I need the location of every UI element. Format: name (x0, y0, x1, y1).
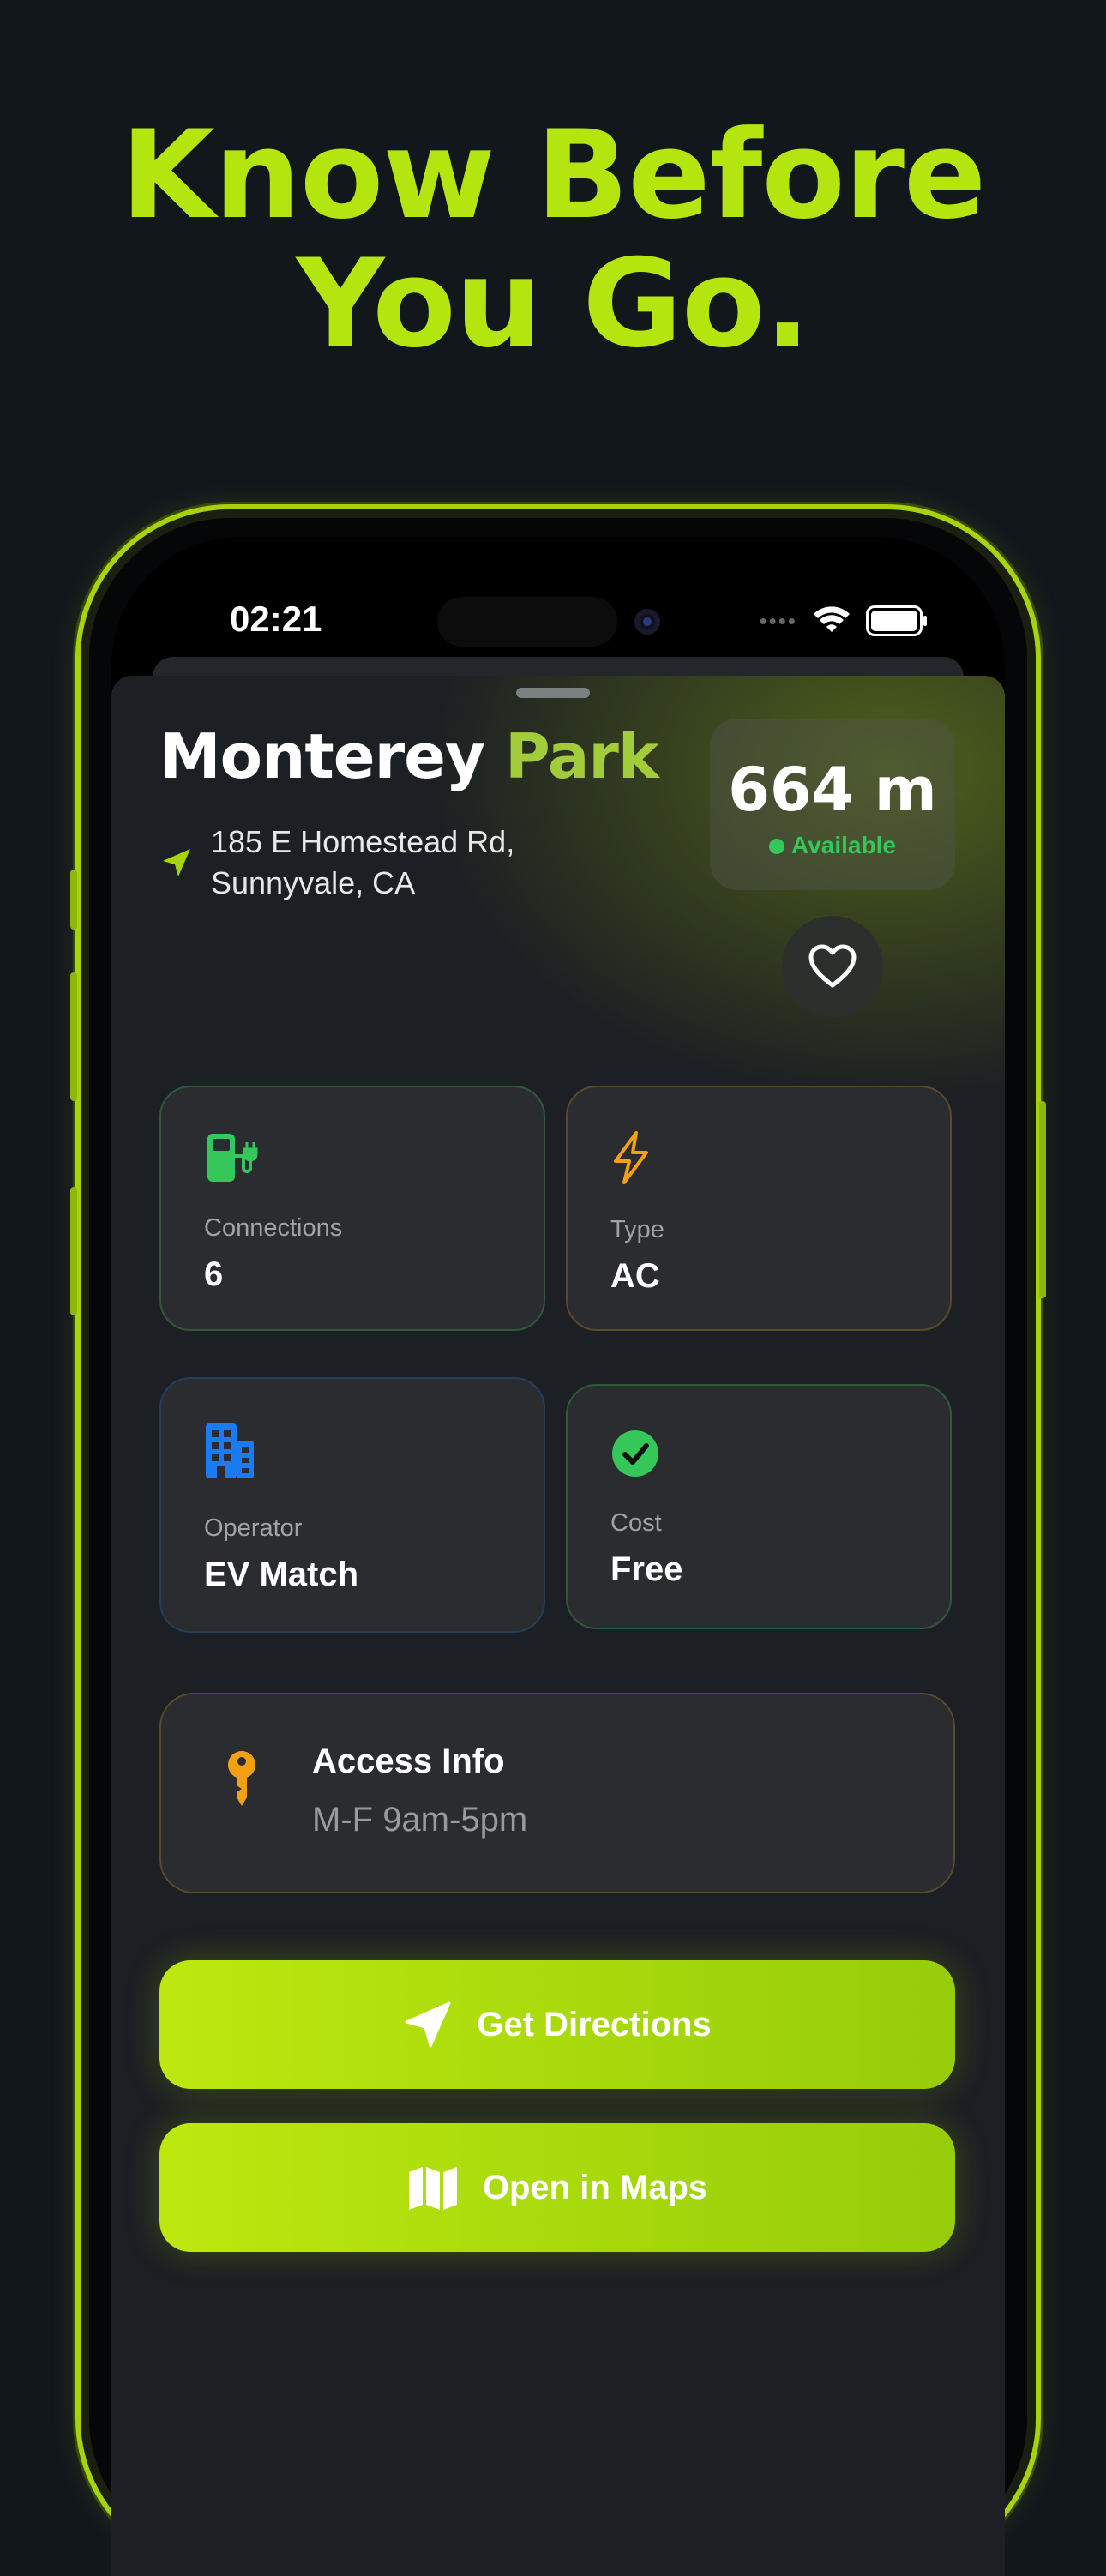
navigation-arrow-icon (405, 2001, 451, 2048)
distance-card: 664 m Available (710, 719, 955, 890)
station-address: 185 E Homestead Rd, Sunnyvale, CA (211, 822, 514, 904)
heart-icon (808, 944, 857, 988)
bolt-icon (614, 1131, 648, 1184)
station-name-part1: Monterey (159, 720, 485, 792)
ev-station-icon (207, 1134, 258, 1182)
get-directions-button[interactable]: Get Directions (159, 1960, 955, 2089)
access-info-hours: M-F 9am-5pm (312, 1801, 528, 1839)
availability-text: Available (791, 832, 896, 858)
volume-up-button (70, 972, 77, 1101)
address-line-1: 185 E Homestead Rd, (211, 824, 515, 859)
operator-card: Operator EV Match (159, 1377, 545, 1633)
type-label: Type (610, 1216, 664, 1243)
key-icon (228, 1751, 255, 1806)
sheet-grabber[interactable] (516, 688, 590, 698)
station-detail-sheet: Monterey Park 185 E Homestead Rd, Sunnyv… (111, 676, 1005, 2576)
action-button (70, 870, 77, 930)
camera-icon (634, 609, 660, 635)
cost-label: Cost (610, 1509, 662, 1537)
headline-line-1: Know Before (120, 105, 987, 246)
headline-line-2: You Go. (296, 233, 811, 375)
map-icon (408, 2167, 457, 2210)
station-name: Monterey Park (159, 720, 659, 792)
building-icon (206, 1423, 254, 1478)
wifi-icon (814, 606, 850, 632)
cost-card: Cost Free (566, 1384, 952, 1629)
checkmark-circle-icon (612, 1430, 658, 1477)
connections-label: Connections (204, 1214, 343, 1242)
status-time: 02:21 (230, 599, 322, 639)
availability-status: Available (710, 832, 955, 859)
access-info-title: Access Info (312, 1742, 505, 1780)
operator-value: EV Match (204, 1556, 359, 1593)
access-info-card: Access Info M-F 9am-5pm (159, 1693, 955, 1893)
status-indicators: •••• (759, 605, 927, 636)
open-in-maps-label: Open in Maps (482, 2168, 708, 2206)
phone-screen: 02:21 •••• Monterey Park 185 E Homestead… (111, 537, 1005, 2576)
type-card: Type AC (566, 1086, 952, 1331)
connections-value: 6 (204, 1255, 224, 1293)
volume-down-button (70, 1187, 77, 1315)
get-directions-label: Get Directions (477, 2005, 712, 2043)
station-name-part2: Park (504, 720, 659, 792)
open-in-maps-button[interactable]: Open in Maps (159, 2123, 955, 2252)
cost-value: Free (610, 1550, 683, 1588)
operator-label: Operator (204, 1514, 303, 1542)
signal-icon: •••• (759, 607, 797, 634)
type-value: AC (610, 1257, 660, 1295)
side-button (1039, 1101, 1046, 1298)
headline: Know Before You Go. (0, 111, 1106, 369)
favorite-button[interactable] (782, 916, 883, 1017)
address-line-2: Sunnyvale, CA (211, 865, 416, 900)
phone-frame: 02:21 •••• Monterey Park 185 E Homestead… (70, 504, 1046, 2576)
distance-value: 664 m (728, 755, 937, 825)
battery-icon (866, 605, 927, 636)
location-arrow-icon (163, 849, 190, 876)
status-dot-icon (769, 839, 785, 854)
connections-card: Connections 6 (159, 1086, 545, 1331)
dynamic-island (437, 597, 617, 647)
